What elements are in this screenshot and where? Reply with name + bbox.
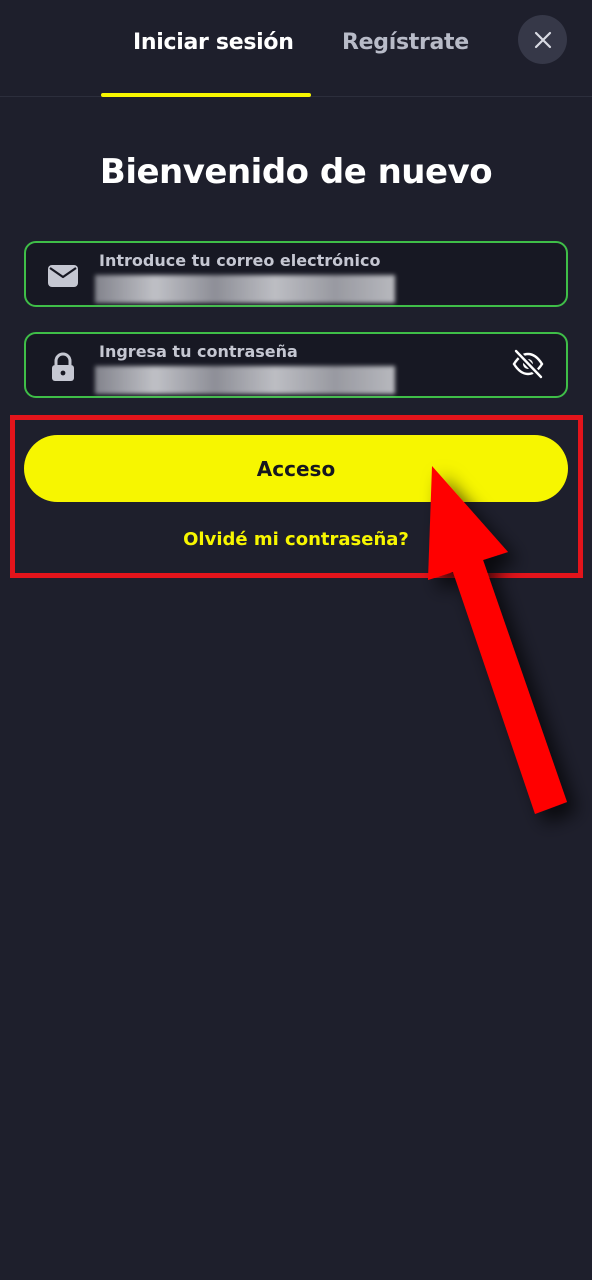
tab-register[interactable]: Regístrate xyxy=(342,30,469,55)
close-button[interactable] xyxy=(518,15,567,64)
password-field-label: Ingresa tu contraseña xyxy=(99,342,298,361)
email-field-label: Introduce tu correo electrónico xyxy=(99,251,381,270)
password-input[interactable] xyxy=(95,366,395,394)
lock-icon xyxy=(47,352,79,381)
annotation-arrow xyxy=(428,466,567,814)
forgot-password-link[interactable]: Olvidé mi contraseña? xyxy=(0,529,592,550)
login-submit-button[interactable]: Acceso xyxy=(24,435,568,502)
active-tab-indicator xyxy=(101,93,311,97)
eye-slash-icon xyxy=(512,348,544,380)
email-input[interactable] xyxy=(95,275,395,303)
toggle-password-visibility-button[interactable] xyxy=(510,346,546,382)
close-icon xyxy=(534,31,551,48)
auth-header: Iniciar sesión Regístrate xyxy=(0,0,592,97)
password-field[interactable]: Ingresa tu contraseña xyxy=(24,332,568,398)
page-title: Bienvenido de nuevo xyxy=(99,152,493,192)
envelope-icon xyxy=(47,262,79,290)
email-field[interactable]: Introduce tu correo electrónico xyxy=(24,241,568,307)
tab-login[interactable]: Iniciar sesión xyxy=(133,30,294,55)
